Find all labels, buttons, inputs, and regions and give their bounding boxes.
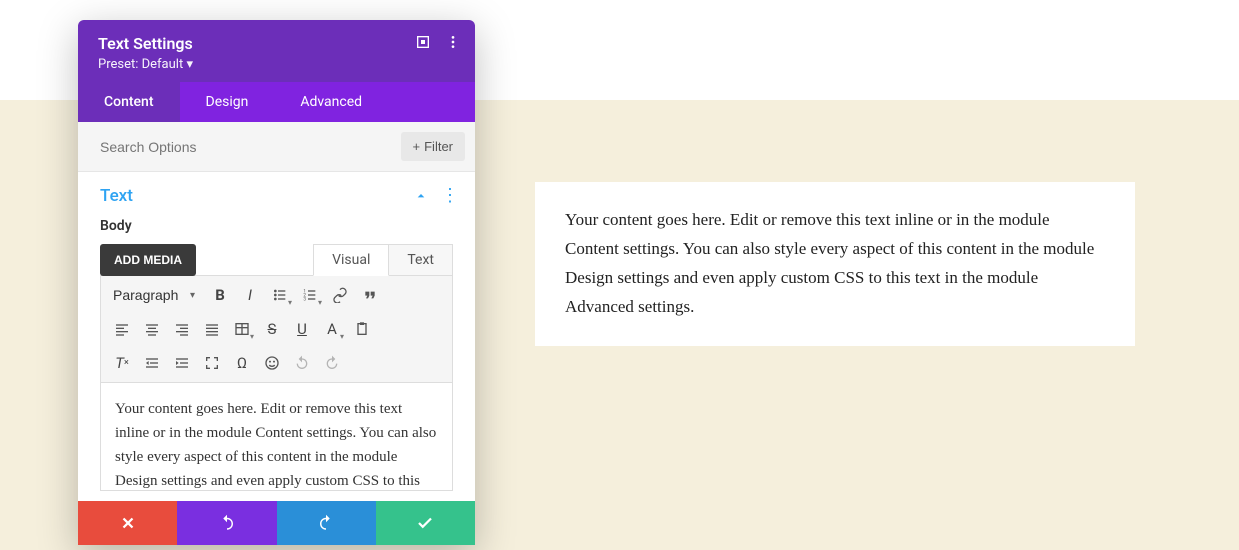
undo-icon[interactable] <box>289 350 315 376</box>
redo-button[interactable] <box>277 501 376 545</box>
editor-top: ADD MEDIA Visual Text <box>100 244 453 276</box>
add-media-button[interactable]: ADD MEDIA <box>100 244 196 276</box>
body-label: Body <box>78 216 475 244</box>
expand-icon[interactable] <box>415 34 431 50</box>
undo-button[interactable] <box>177 501 276 545</box>
settings-panel: Text Settings Preset: Default ▾ Content … <box>78 20 475 545</box>
numbered-list-icon[interactable]: 123 <box>297 282 323 308</box>
tab-content[interactable]: Content <box>78 82 180 122</box>
editor-tabs: Visual Text <box>314 244 453 276</box>
kebab-icon[interactable] <box>445 34 461 50</box>
footer-actions <box>78 501 475 545</box>
align-center-icon[interactable] <box>139 316 165 342</box>
text-preview[interactable]: Your content goes here. Edit or remove t… <box>535 182 1135 346</box>
fullscreen-icon[interactable] <box>199 350 225 376</box>
header-icons <box>415 34 461 50</box>
italic-icon[interactable]: I <box>237 282 263 308</box>
editor-content[interactable]: Your content goes here. Edit or remove t… <box>100 383 453 491</box>
format-select[interactable]: Paragraph <box>109 283 197 307</box>
table-icon[interactable] <box>229 316 255 342</box>
quote-icon[interactable] <box>357 282 383 308</box>
save-button[interactable] <box>376 501 475 545</box>
special-char-icon[interactable]: Ω <box>229 350 255 376</box>
section-title[interactable]: Text <box>100 186 413 206</box>
search-row: + Filter <box>78 122 475 172</box>
text-color-icon[interactable]: A <box>319 316 345 342</box>
indent-icon[interactable] <box>169 350 195 376</box>
panel-title: Text Settings <box>98 34 455 53</box>
bold-icon[interactable]: B <box>207 282 233 308</box>
toolbar: Paragraph B I 123 S U A T× Ω <box>100 275 453 383</box>
align-left-icon[interactable] <box>109 316 135 342</box>
align-right-icon[interactable] <box>169 316 195 342</box>
section-head: Text ⋮ <box>78 172 475 216</box>
editor-tab-text[interactable]: Text <box>388 244 453 276</box>
clear-format-icon[interactable]: T× <box>109 350 135 376</box>
panel-header: Text Settings Preset: Default ▾ <box>78 20 475 82</box>
align-justify-icon[interactable] <box>199 316 225 342</box>
tab-design[interactable]: Design <box>180 82 275 122</box>
close-button[interactable] <box>78 501 177 545</box>
strikethrough-icon[interactable]: S <box>259 316 285 342</box>
tab-advanced[interactable]: Advanced <box>274 82 388 122</box>
format-select-wrap[interactable]: Paragraph <box>109 283 197 307</box>
collapse-icon[interactable] <box>413 188 429 204</box>
bullet-list-icon[interactable] <box>267 282 293 308</box>
tabs: Content Design Advanced <box>78 82 475 122</box>
svg-text:3: 3 <box>303 296 306 302</box>
editor-area: ADD MEDIA Visual Text Paragraph B I 123 <box>78 244 475 501</box>
preview-content: Your content goes here. Edit or remove t… <box>565 210 1094 316</box>
redo-icon[interactable] <box>319 350 345 376</box>
link-icon[interactable] <box>327 282 353 308</box>
panel-preset[interactable]: Preset: Default ▾ <box>98 57 455 72</box>
section-kebab-icon[interactable]: ⋮ <box>441 187 459 205</box>
paste-icon[interactable] <box>349 316 375 342</box>
plus-icon: + <box>413 139 421 154</box>
underline-icon[interactable]: U <box>289 316 315 342</box>
outdent-icon[interactable] <box>139 350 165 376</box>
filter-button[interactable]: + Filter <box>401 132 465 161</box>
editor-tab-visual[interactable]: Visual <box>313 244 389 276</box>
search-input[interactable] <box>100 139 401 155</box>
filter-label: Filter <box>424 139 453 154</box>
emoji-icon[interactable] <box>259 350 285 376</box>
